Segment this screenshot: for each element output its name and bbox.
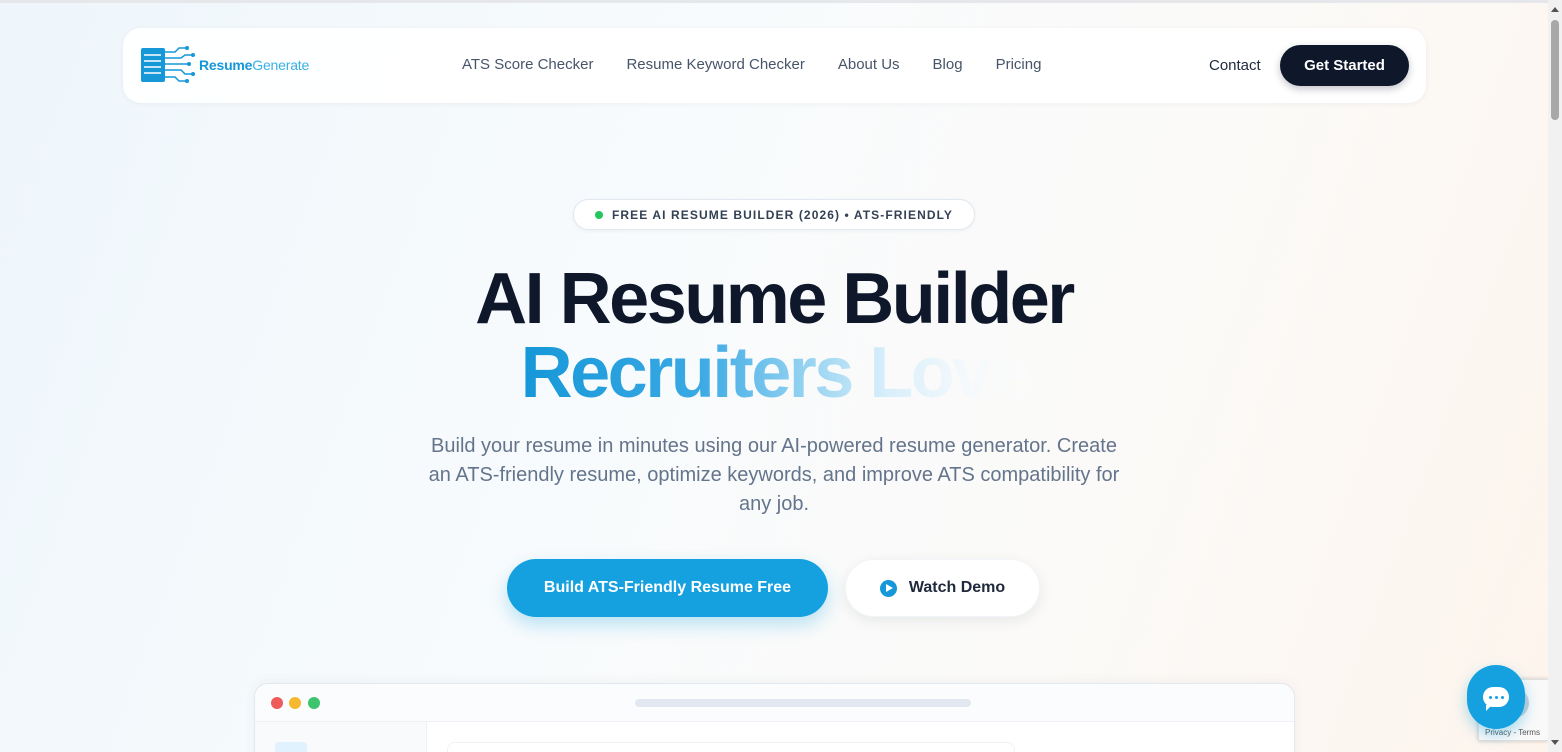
preview-content	[447, 742, 1015, 752]
top-border	[0, 0, 1548, 3]
play-icon	[879, 579, 897, 597]
hero-title-line1: AI Resume Builder	[475, 259, 1075, 339]
recaptcha-links[interactable]: Privacy - Terms	[1485, 728, 1540, 737]
preview-titlebar	[255, 684, 1294, 722]
app-preview-window	[254, 683, 1295, 752]
nav-link-about-us[interactable]: About Us	[838, 56, 900, 73]
logo-text-primary: Resume	[199, 57, 253, 73]
preview-address-bar	[635, 699, 971, 707]
watch-demo-label: Watch Demo	[908, 579, 1006, 596]
hero-badge: FREE AI RESUME BUILDER (2026) • ATS-FRIE…	[573, 199, 975, 230]
hero-badge-text: FREE AI RESUME BUILDER (2026) • ATS-FRIE…	[611, 207, 954, 222]
logo[interactable]: ResumeGenerate	[141, 46, 309, 84]
status-dot-icon	[594, 210, 603, 219]
chat-button[interactable]	[1467, 665, 1525, 729]
nav-link-pricing[interactable]: Pricing	[996, 56, 1042, 73]
hero-title-line2: Recruiters Love	[0, 332, 1548, 414]
navbar: ResumeGenerate ATS Score Checker Resume …	[123, 28, 1426, 103]
hero-title-line2-text: Recruiters Love	[520, 333, 1030, 413]
watch-demo-button[interactable]: Watch Demo	[845, 559, 1040, 617]
preview-sidebar	[255, 722, 427, 752]
window-close-dot-icon	[271, 697, 283, 709]
vertical-scrollbar[interactable]	[1548, 0, 1562, 752]
main-nav: ATS Score Checker Resume Keyword Checker…	[462, 56, 1074, 73]
hero-subtitle: Build your resume in minutes using our A…	[428, 435, 1120, 515]
circuit-document-icon	[141, 46, 195, 83]
get-started-button[interactable]: Get Started	[1280, 45, 1409, 86]
window-minimize-dot-icon	[289, 697, 301, 709]
window-maximize-dot-icon	[308, 697, 320, 709]
build-resume-button[interactable]: Build ATS-Friendly Resume Free	[507, 559, 828, 617]
nav-link-blog[interactable]: Blog	[933, 56, 963, 73]
preview-sidebar-item	[275, 742, 307, 752]
logo-text: ResumeGenerate	[199, 57, 309, 73]
chat-bubble-icon	[1483, 687, 1509, 711]
contact-link[interactable]: Contact	[1209, 57, 1261, 74]
scroll-up-arrow-icon[interactable]	[1551, 7, 1559, 12]
scrollbar-thumb[interactable]	[1551, 20, 1559, 120]
scroll-down-arrow-icon[interactable]	[1551, 740, 1559, 745]
logo-text-secondary: Generate	[252, 57, 310, 73]
nav-link-ats-score-checker[interactable]: ATS Score Checker	[462, 56, 593, 73]
nav-link-resume-keyword-checker[interactable]: Resume Keyword Checker	[626, 56, 804, 73]
